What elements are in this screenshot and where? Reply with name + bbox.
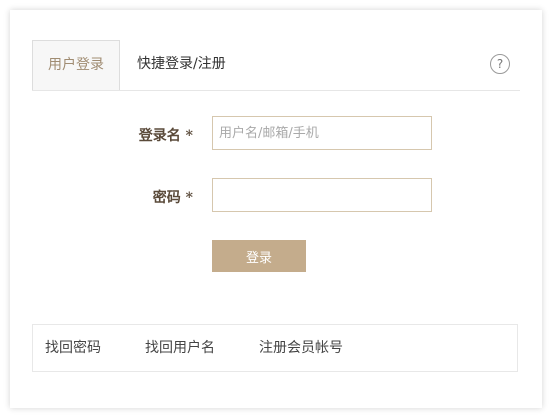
login-panel: 用户登录 快捷登录/注册 ? 登录名 * 密码 * 登录 找回密码 找回用户名 … <box>10 10 542 408</box>
tab-account-login[interactable]: 用户登录 <box>32 40 120 90</box>
password-input[interactable] <box>212 178 432 212</box>
tab-quick-login[interactable]: 快捷登录/注册 <box>137 40 226 89</box>
username-label: 登录名 * <box>138 128 193 144</box>
username-input[interactable] <box>212 116 432 150</box>
login-button[interactable]: 登录 <box>212 240 306 272</box>
register-link[interactable]: 注册会员帐号 <box>259 325 343 371</box>
forgot-username-link[interactable]: 找回用户名 <box>145 325 215 371</box>
password-label: 密码 * <box>152 190 193 206</box>
footer-links: 找回密码 找回用户名 注册会员帐号 <box>32 324 518 372</box>
forgot-password-link[interactable]: 找回密码 <box>45 325 101 371</box>
help-icon[interactable]: ? <box>490 54 510 74</box>
login-tabs: 用户登录 快捷登录/注册 ? <box>32 40 520 91</box>
